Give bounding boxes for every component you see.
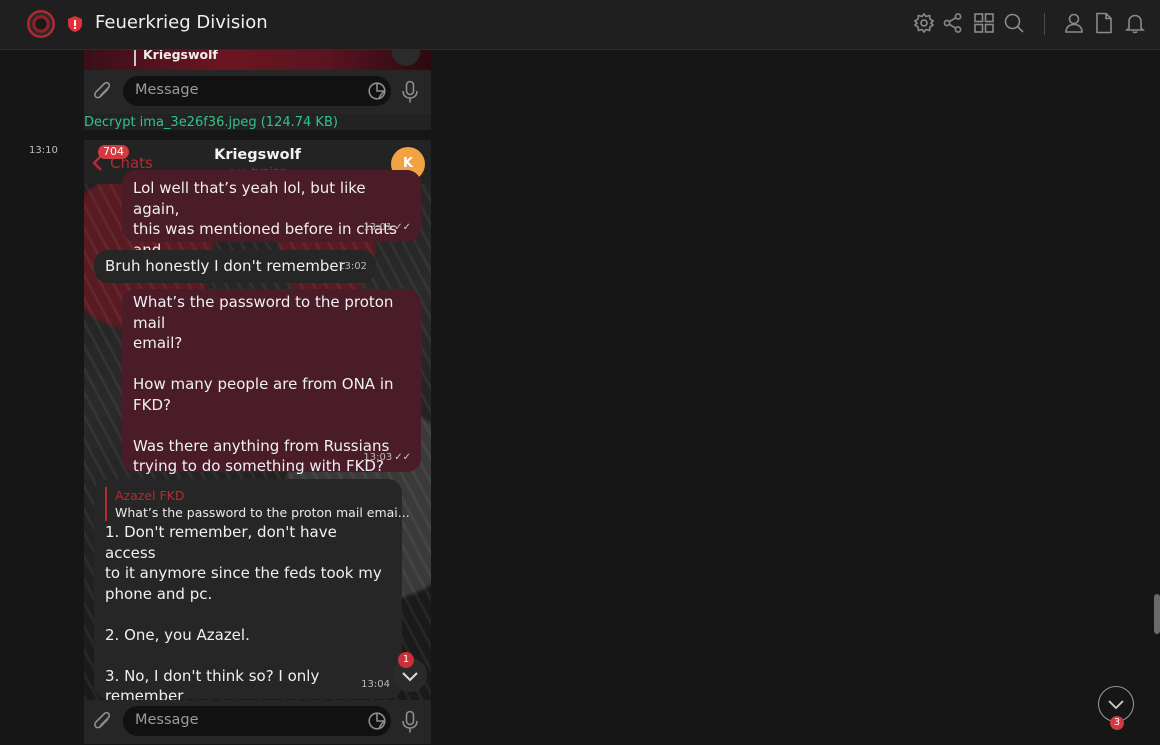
bell-icon[interactable] bbox=[1124, 12, 1146, 34]
reply-preview[interactable]: What’s the password to the proton mail e… bbox=[115, 503, 410, 524]
message-input-bar: Message bbox=[84, 70, 431, 114]
message-input[interactable]: Message bbox=[123, 76, 391, 106]
unread-badge: 3 bbox=[1110, 716, 1124, 730]
reply-bar bbox=[134, 50, 136, 66]
attach-icon[interactable] bbox=[92, 80, 114, 104]
message-time: 13:03 ✓✓ bbox=[363, 448, 411, 469]
top-bar: Feuerkrieg Division bbox=[0, 0, 1160, 50]
chevron-down-icon bbox=[402, 672, 418, 682]
decrypt-attachment-link[interactable]: Decrypt ima_3e26f36.jpeg (124.74 KB) bbox=[84, 115, 338, 130]
settings-icon[interactable] bbox=[913, 12, 935, 34]
microphone-icon[interactable] bbox=[401, 710, 419, 734]
group-avatar[interactable] bbox=[27, 10, 55, 38]
user-icon[interactable] bbox=[1063, 12, 1085, 34]
message-incoming-reply: Azazel FKD What’s the password to the pr… bbox=[94, 479, 410, 700]
time-text: 13:03 bbox=[363, 451, 393, 463]
shield-alert-icon bbox=[67, 15, 83, 33]
grid-icon[interactable] bbox=[973, 12, 995, 34]
share-icon[interactable] bbox=[942, 12, 964, 34]
toolbar-divider bbox=[1044, 13, 1045, 35]
read-ticks-icon: ✓✓ bbox=[394, 221, 411, 233]
message-text: Bruh honestly I don't remember bbox=[105, 257, 345, 275]
message-placeholder: Message bbox=[135, 82, 199, 98]
sticker-icon[interactable] bbox=[368, 712, 386, 730]
message-input[interactable]: Message bbox=[123, 706, 391, 736]
page-scrollbar-thumb[interactable] bbox=[1154, 594, 1160, 634]
screenshot-panel-chat: Chats 704 Kriegswolf ••• typing K Lol we… bbox=[84, 140, 431, 700]
search-icon[interactable] bbox=[1003, 12, 1025, 34]
message-outgoing: Lol well that’s yeah lol, but like again… bbox=[122, 170, 421, 279]
microphone-icon[interactable] bbox=[401, 80, 419, 104]
attach-icon[interactable] bbox=[92, 710, 114, 734]
message-time: 13:04 bbox=[361, 678, 390, 690]
app-title: Feuerkrieg Division bbox=[95, 12, 268, 33]
contact-name: Kriegswolf bbox=[214, 147, 301, 163]
read-ticks-icon: ✓✓ bbox=[394, 451, 411, 463]
message-input-bar-bottom: Message bbox=[84, 700, 431, 744]
document-icon[interactable] bbox=[1093, 12, 1115, 34]
message-time: 13:01 ✓✓ bbox=[363, 218, 411, 239]
sticker-icon[interactable] bbox=[368, 82, 386, 100]
new-messages-badge: 1 bbox=[398, 652, 414, 668]
chevron-down-icon bbox=[1108, 700, 1124, 710]
time-text: 13:01 bbox=[363, 221, 393, 233]
message-placeholder: Message bbox=[135, 712, 199, 728]
entry-timestamp: 13:10 bbox=[29, 145, 58, 156]
reply-author: Kriegswolf bbox=[143, 50, 218, 62]
message-outgoing: What’s the password to the proton mail e… bbox=[122, 289, 421, 475]
media-strip bbox=[84, 50, 431, 70]
message-text: 1. Don't remember, don't have access to … bbox=[105, 523, 382, 700]
reply-bar bbox=[105, 487, 107, 521]
message-time: 13:02 bbox=[338, 260, 367, 272]
message-incoming: Bruh honestly I don't remember 13:02 bbox=[94, 250, 376, 283]
